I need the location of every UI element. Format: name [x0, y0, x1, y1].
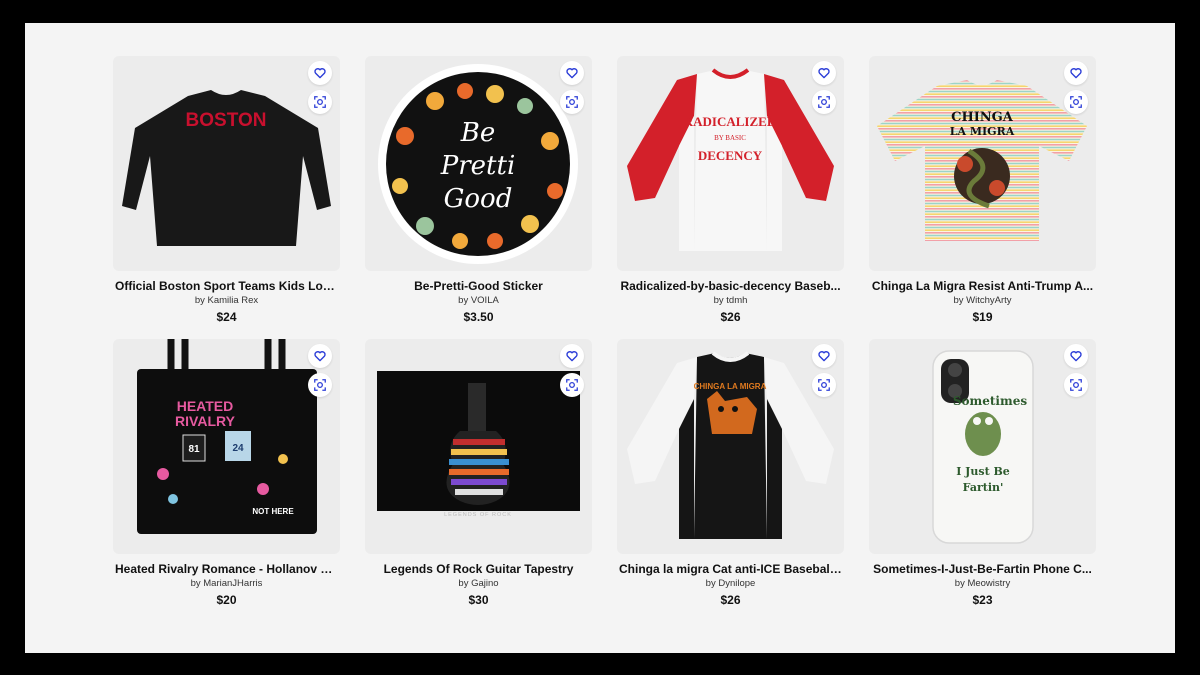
heart-icon — [818, 351, 830, 362]
page: BOSTON Official Boston Sport Teams Kids … — [25, 23, 1175, 653]
product-title[interactable]: Chinga La Migra Resist Anti-Trump A... — [869, 279, 1096, 293]
product-card[interactable]: HEATED RIVALRY 81 24 NOT HERE Heated Riv… — [113, 339, 340, 607]
svg-text:24: 24 — [232, 443, 244, 454]
favorite-button[interactable] — [308, 344, 332, 368]
svg-text:NOT HERE: NOT HERE — [252, 507, 294, 516]
product-card[interactable]: RADICALIZED BY BASIC DECENCY Radicalized… — [617, 56, 844, 324]
camera-scan-icon — [566, 379, 578, 391]
svg-text:81: 81 — [188, 444, 200, 455]
visual-search-button[interactable] — [560, 90, 584, 114]
product-artist[interactable]: by Kamilia Rex — [113, 295, 340, 306]
svg-text:Good: Good — [444, 184, 513, 214]
product-image[interactable]: RADICALIZED BY BASIC DECENCY — [617, 56, 844, 271]
product-image[interactable]: BOSTON — [113, 56, 340, 271]
product-artist[interactable]: by Dynilope — [617, 578, 844, 589]
product-price: $20 — [216, 593, 237, 607]
product-title[interactable]: Official Boston Sport Teams Kids Lon... — [113, 279, 340, 293]
visual-search-button[interactable] — [812, 373, 836, 397]
product-title[interactable]: Chinga la migra Cat anti-ICE Baseball... — [617, 562, 844, 576]
product-title[interactable]: Heated Rivalry Romance - Hollanov C... — [113, 562, 340, 576]
product-image[interactable]: Be Pretti Good — [365, 56, 592, 271]
favorite-button[interactable] — [308, 61, 332, 85]
camera-scan-icon — [818, 379, 830, 391]
product-card[interactable]: Be Pretti Good Be-Pretti-Good Sticker by… — [365, 56, 592, 324]
svg-text:BOSTON: BOSTON — [186, 110, 267, 131]
product-image[interactable]: Sometimes I Just Be Fartin' — [869, 339, 1096, 554]
svg-text:Be: Be — [460, 118, 496, 148]
camera-scan-icon — [314, 96, 326, 108]
favorite-button[interactable] — [812, 344, 836, 368]
visual-search-button[interactable] — [308, 373, 332, 397]
product-grid: BOSTON Official Boston Sport Teams Kids … — [113, 56, 1096, 607]
heart-icon — [818, 68, 830, 79]
heart-icon — [314, 351, 326, 362]
product-artist[interactable]: by VOILA — [365, 295, 592, 306]
favorite-button[interactable] — [812, 61, 836, 85]
favorite-button[interactable] — [560, 344, 584, 368]
visual-search-button[interactable] — [1064, 90, 1088, 114]
visual-search-button[interactable] — [308, 90, 332, 114]
product-image[interactable]: LEGENDS OF ROCK — [365, 339, 592, 554]
camera-scan-icon — [1070, 379, 1082, 391]
product-price: $3.50 — [463, 310, 494, 324]
product-price: $26 — [720, 310, 741, 324]
svg-text:CHINGA LA MIGRA: CHINGA LA MIGRA — [694, 382, 767, 391]
svg-text:LEGENDS OF ROCK: LEGENDS OF ROCK — [444, 512, 512, 518]
svg-text:Fartin': Fartin' — [963, 481, 1004, 494]
visual-search-button[interactable] — [560, 373, 584, 397]
camera-scan-icon — [314, 379, 326, 391]
favorite-button[interactable] — [560, 61, 584, 85]
heart-icon — [1070, 68, 1082, 79]
product-price: $24 — [216, 310, 237, 324]
svg-text:BY BASIC: BY BASIC — [714, 134, 746, 142]
heart-icon — [314, 68, 326, 79]
product-title[interactable]: Be-Pretti-Good Sticker — [365, 279, 592, 293]
product-card[interactable]: BOSTON Official Boston Sport Teams Kids … — [113, 56, 340, 324]
product-artist[interactable]: by WitchyArty — [869, 295, 1096, 306]
visual-search-button[interactable] — [812, 90, 836, 114]
product-artist[interactable]: by Meowistry — [869, 578, 1096, 589]
favorite-button[interactable] — [1064, 344, 1088, 368]
favorite-button[interactable] — [1064, 61, 1088, 85]
heart-icon — [566, 68, 578, 79]
product-price: $30 — [468, 593, 489, 607]
svg-text:Pretti: Pretti — [440, 151, 516, 181]
product-title[interactable]: Legends Of Rock Guitar Tapestry — [365, 562, 592, 576]
product-image[interactable]: CHINGA LA MIGRA — [617, 339, 844, 554]
svg-text:Sometimes: Sometimes — [953, 394, 1027, 408]
svg-text:RADICALIZED: RADICALIZED — [684, 114, 776, 129]
product-card[interactable]: Sometimes I Just Be Fartin' Sometimes-I-… — [869, 339, 1096, 607]
product-title[interactable]: Radicalized-by-basic-decency Baseb... — [617, 279, 844, 293]
product-image[interactable]: CHINGA LA MIGRA — [869, 56, 1096, 271]
product-artist[interactable]: by Gajino — [365, 578, 592, 589]
product-title[interactable]: Sometimes-I-Just-Be-Fartin Phone C... — [869, 562, 1096, 576]
visual-search-button[interactable] — [1064, 373, 1088, 397]
svg-text:HEATED: HEATED — [177, 398, 234, 414]
product-artist[interactable]: by tdmh — [617, 295, 844, 306]
svg-text:CHINGA: CHINGA — [951, 110, 1014, 125]
svg-text:RIVALRY: RIVALRY — [175, 413, 236, 429]
product-card[interactable]: LEGENDS OF ROCK Legends Of Rock Guitar T… — [365, 339, 592, 607]
product-price: $26 — [720, 593, 741, 607]
product-artist[interactable]: by MarianJHarris — [113, 578, 340, 589]
heart-icon — [1070, 351, 1082, 362]
svg-text:LA MIGRA: LA MIGRA — [950, 125, 1015, 138]
product-card[interactable]: CHINGA LA MIGRA Chinga la migra Cat anti… — [617, 339, 844, 607]
heart-icon — [566, 351, 578, 362]
product-price: $23 — [972, 593, 993, 607]
camera-scan-icon — [818, 96, 830, 108]
product-image[interactable]: HEATED RIVALRY 81 24 NOT HERE — [113, 339, 340, 554]
camera-scan-icon — [1070, 96, 1082, 108]
svg-text:I Just Be: I Just Be — [956, 465, 1010, 478]
product-price: $19 — [972, 310, 993, 324]
camera-scan-icon — [566, 96, 578, 108]
product-card[interactable]: CHINGA LA MIGRA Chinga La Migra Resist A… — [869, 56, 1096, 324]
svg-text:DECENCY: DECENCY — [698, 148, 763, 163]
